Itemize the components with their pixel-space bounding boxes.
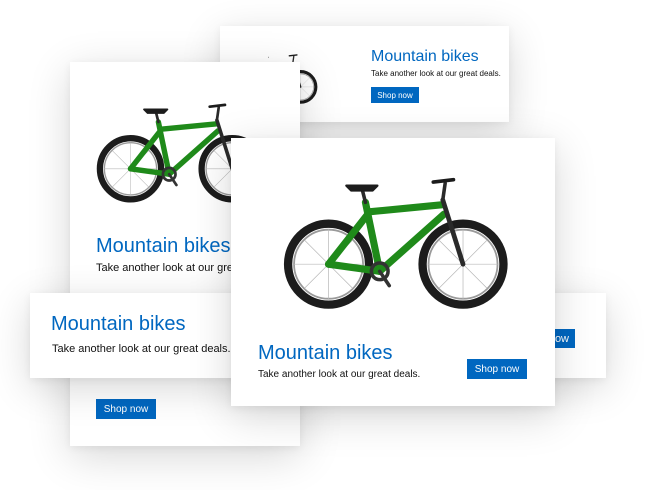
shop-now-button[interactable]: Shop now <box>467 359 527 379</box>
ad-title: Mountain bikes <box>371 48 479 65</box>
shop-now-button[interactable]: Shop now <box>96 399 156 419</box>
shop-now-button[interactable]: Shop now <box>371 87 419 103</box>
ad-tagline: Take another look at our great deals. <box>258 369 421 380</box>
ad-card-main-featured: Mountain bikes Take another look at our … <box>231 138 555 406</box>
ad-title: Mountain bikes <box>258 342 393 364</box>
ad-title: Mountain bikes <box>51 313 186 335</box>
ad-tagline: Take another look at our great deals. <box>52 343 231 355</box>
ad-title: Mountain bikes <box>96 235 231 257</box>
ad-tagline: Take another look at our great deals. <box>371 69 501 78</box>
mountain-bike-image <box>275 164 513 312</box>
